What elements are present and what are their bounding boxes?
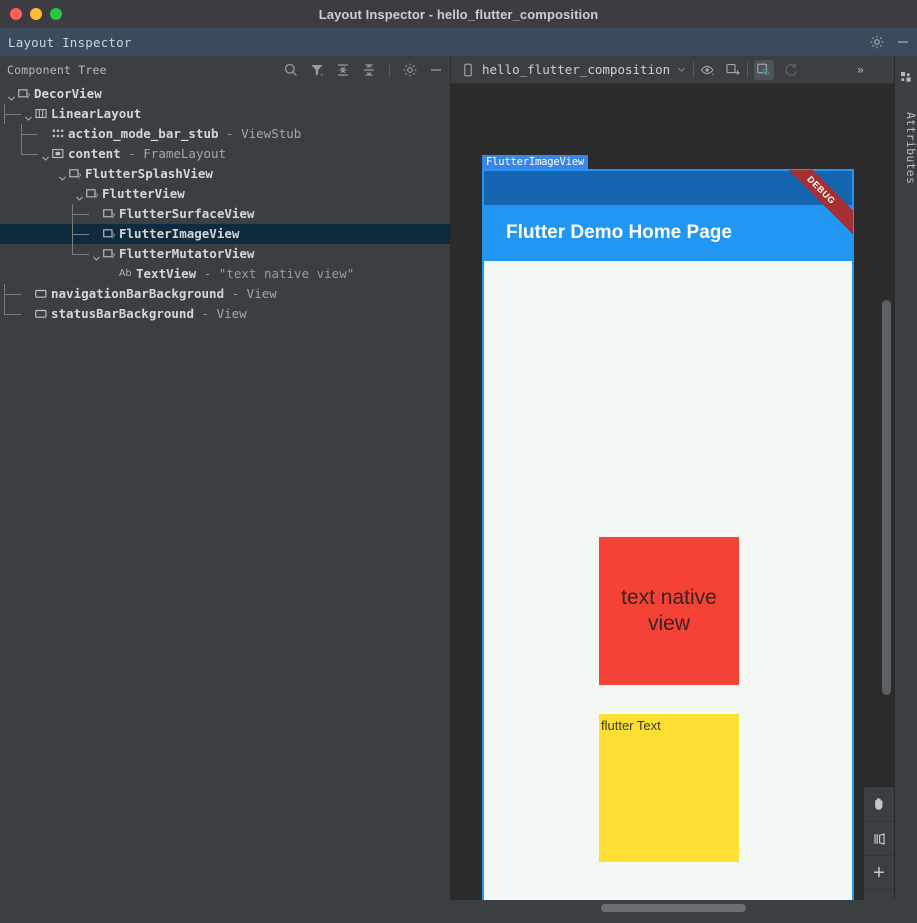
tree-row[interactable]: ? FlutterView <box>0 184 450 204</box>
toolbar-overflow-button[interactable]: » <box>857 63 864 77</box>
tree-row-label: action_mode_bar_stub - ViewStub <box>68 126 302 141</box>
tree-row-label: FlutterSurfaceView <box>119 206 255 221</box>
app-body: text native view flutter Text <box>484 261 852 900</box>
red-native-view-label: text native view <box>621 585 717 635</box>
component-tree-toolbar: Component Tree <box>0 56 450 84</box>
component-tree[interactable]: ? DecorView LinearLayout action_mode_bar_st… <box>0 84 450 900</box>
refresh-icon <box>783 62 799 78</box>
preview-horizontal-scrollbar[interactable] <box>451 901 894 914</box>
tree-row-label: LinearLayout <box>51 106 142 121</box>
yellow-flutter-text: flutter Text <box>599 714 739 862</box>
tree-row[interactable]: ? FlutterImageView <box>0 224 450 244</box>
tree-row-label: FlutterImageView <box>119 226 240 241</box>
attributes-label: Attributes <box>904 112 917 185</box>
traffic-lights <box>10 0 62 28</box>
app-bar: Flutter Demo Home Page <box>484 205 852 261</box>
layout-inspector-header: Layout Inspector <box>0 28 917 56</box>
layout-preview-panel: hello_flutter_composition » FlutterImage… <box>451 56 917 900</box>
view-options-icon[interactable] <box>700 62 716 78</box>
scrollbar-thumb[interactable] <box>601 904 746 912</box>
tree-row-label: FlutterSplashView <box>85 166 213 181</box>
tree-row[interactable]: ? FlutterSplashView <box>0 164 450 184</box>
preview-canvas[interactable]: FlutterImageView Flutter Demo Home Page … <box>451 85 894 900</box>
process-name: hello_flutter_composition <box>482 62 671 77</box>
plainview-icon <box>34 307 51 321</box>
toolbar-divider <box>747 61 749 78</box>
tree-row[interactable]: ? FlutterSurfaceView <box>0 204 450 224</box>
component-tree-panel: Component Tree ? DecorView LinearLayout … <box>0 56 450 900</box>
tree-row[interactable]: ? FlutterMutatorView <box>0 244 450 264</box>
app-bar-title: Flutter Demo Home Page <box>506 222 732 243</box>
toolbar-divider <box>389 62 390 78</box>
process-selector[interactable]: hello_flutter_composition <box>460 62 687 78</box>
3d-layers-icon[interactable] <box>725 62 741 78</box>
tree-row[interactable]: LinearLayout <box>0 104 450 124</box>
svg-text:?: ? <box>111 254 115 261</box>
component-tree-caption: Component Tree <box>7 63 107 77</box>
tree-row-label: TextView - "text native view" <box>136 266 355 281</box>
settings-icon[interactable] <box>869 34 885 50</box>
tree-row-label: navigationBarBackground - View <box>51 286 277 301</box>
toolbar-divider <box>693 61 695 78</box>
tree-row-label: DecorView <box>34 86 102 101</box>
tree-row-label: FlutterMutatorView <box>119 246 255 261</box>
zoom-button[interactable] <box>50 8 62 20</box>
tree-row[interactable]: content - FrameLayout <box>0 144 450 164</box>
tree-row-label: statusBarBackground - View <box>51 306 247 321</box>
svg-text:?: ? <box>111 234 115 241</box>
red-native-view: text native view <box>599 537 739 685</box>
device-toolbar: hello_flutter_composition » <box>451 56 894 84</box>
tree-row-label: FlutterView <box>102 186 185 201</box>
yellow-flutter-text-label: flutter Text <box>601 718 661 733</box>
attributes-icon <box>901 68 912 87</box>
tree-row[interactable]: navigationBarBackground - View <box>0 284 450 304</box>
collapse-all-icon[interactable] <box>361 62 377 78</box>
expand-all-icon[interactable] <box>335 62 351 78</box>
svg-text:?: ? <box>26 94 30 101</box>
linearlayout-icon <box>34 107 51 121</box>
svg-text:?: ? <box>77 174 81 181</box>
framelayout-icon <box>51 147 68 161</box>
view-icon: ? <box>102 247 119 261</box>
device-status-bar <box>484 171 852 205</box>
window-title: Layout Inspector - hello_flutter_composi… <box>318 6 599 22</box>
view-icon: ? <box>17 87 34 101</box>
preview-vertical-scrollbar[interactable] <box>882 85 891 900</box>
selected-node-label: FlutterImageView <box>482 155 588 169</box>
tree-row[interactable]: Ab TextView - "text native view" <box>0 264 450 284</box>
close-button[interactable] <box>10 8 22 20</box>
plainview-icon <box>34 287 51 301</box>
minimize-icon[interactable] <box>895 34 911 50</box>
svg-text:?: ? <box>94 194 98 201</box>
gear-icon[interactable] <box>402 62 418 78</box>
view-icon: ? <box>68 167 85 181</box>
textview-icon: Ab <box>119 268 132 279</box>
selection-bounds: Flutter Demo Home Page text native view … <box>482 169 854 900</box>
scrollbar-thumb[interactable] <box>882 300 891 695</box>
minimize-button[interactable] <box>30 8 42 20</box>
view-icon: ? <box>102 227 119 241</box>
chevron-down-icon <box>678 67 686 72</box>
live-updates-icon[interactable] <box>754 59 775 80</box>
tree-row[interactable]: action_mode_bar_stub - ViewStub <box>0 124 450 144</box>
device-icon <box>464 63 472 76</box>
view-icon: ? <box>102 207 119 221</box>
minimize-icon[interactable] <box>428 62 444 78</box>
viewstub-icon <box>51 127 68 141</box>
svg-text:?: ? <box>111 214 115 221</box>
attributes-tool-strip[interactable]: Attributes <box>894 56 917 900</box>
tree-row[interactable]: statusBarBackground - View <box>0 304 450 324</box>
filter-icon[interactable] <box>309 62 325 78</box>
search-icon[interactable] <box>283 62 299 78</box>
tree-row[interactable]: ? DecorView <box>0 84 450 104</box>
device-preview[interactable]: FlutterImageView Flutter Demo Home Page … <box>482 155 854 900</box>
tree-row-label: content - FrameLayout <box>68 146 227 161</box>
window-title-bar: Layout Inspector - hello_flutter_composi… <box>0 0 917 28</box>
tool-window-title: Layout Inspector <box>8 34 132 50</box>
view-icon: ? <box>85 187 102 201</box>
